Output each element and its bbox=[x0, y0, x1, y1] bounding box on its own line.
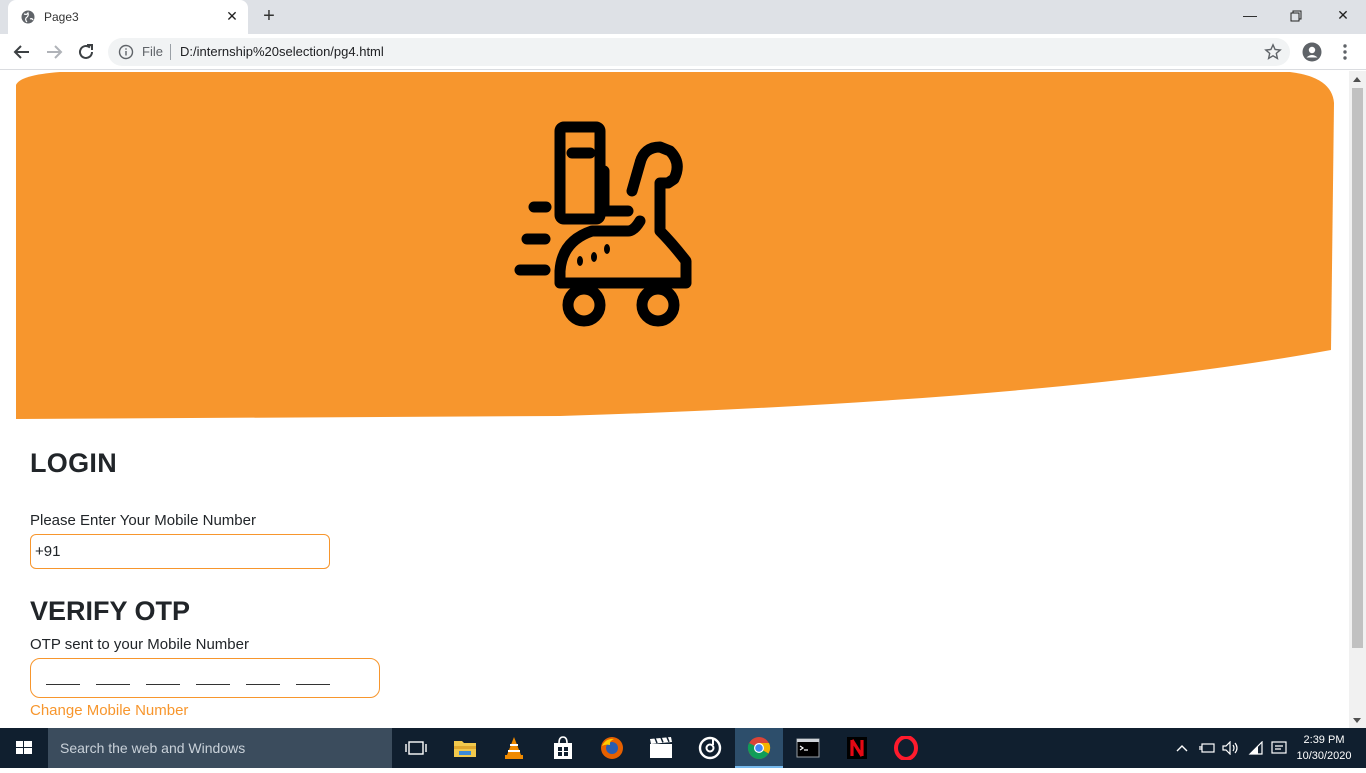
volume-icon[interactable] bbox=[1220, 728, 1242, 768]
battery-icon[interactable] bbox=[1196, 728, 1218, 768]
netflix-icon[interactable] bbox=[833, 728, 881, 768]
terminal-icon[interactable] bbox=[784, 728, 832, 768]
otp-digit-3[interactable] bbox=[146, 684, 180, 685]
windows-logo-icon bbox=[16, 741, 32, 754]
otp-sent-label: OTP sent to your Mobile Number bbox=[30, 636, 249, 653]
scroll-up-icon[interactable] bbox=[1353, 77, 1361, 82]
scrollbar-thumb[interactable] bbox=[1352, 88, 1363, 648]
groove-music-icon[interactable] bbox=[686, 728, 734, 768]
bookmark-star-icon[interactable] bbox=[1264, 43, 1282, 61]
otp-digit-4[interactable] bbox=[196, 684, 230, 685]
account-icon[interactable] bbox=[1302, 42, 1322, 62]
tab-close-icon[interactable]: ✕ bbox=[224, 8, 240, 24]
otp-digit-6[interactable] bbox=[296, 684, 330, 685]
scroll-down-icon[interactable] bbox=[1353, 718, 1361, 723]
window-close-icon[interactable]: ✕ bbox=[1320, 4, 1366, 28]
windows-taskbar: Search the web and Windows 2:39 PM 10/30… bbox=[0, 728, 1366, 768]
info-icon[interactable] bbox=[118, 44, 134, 60]
action-center-icon[interactable] bbox=[1268, 728, 1290, 768]
change-mobile-number-link[interactable]: Change Mobile Number bbox=[30, 702, 188, 719]
firefox-icon[interactable] bbox=[588, 728, 636, 768]
forward-icon[interactable] bbox=[42, 40, 66, 64]
task-view-icon[interactable] bbox=[392, 728, 440, 768]
otp-digit-1[interactable] bbox=[46, 684, 80, 685]
otp-digit-5[interactable] bbox=[246, 684, 280, 685]
globe-icon bbox=[21, 10, 35, 24]
new-tab-icon[interactable]: + bbox=[259, 6, 279, 27]
taskbar-search[interactable]: Search the web and Windows bbox=[48, 728, 392, 768]
clock-date: 10/30/2020 bbox=[1296, 750, 1352, 762]
opera-icon[interactable] bbox=[882, 728, 930, 768]
minimize-icon[interactable]: — bbox=[1227, 4, 1273, 28]
hero-banner bbox=[16, 72, 1334, 419]
vlc-icon[interactable] bbox=[490, 728, 538, 768]
system-clock[interactable]: 2:39 PM 10/30/2020 bbox=[1292, 732, 1356, 764]
address-bar[interactable]: File D:/internship%20selection/pg4.html bbox=[108, 38, 1290, 66]
tab-strip: Page3 ✕ + — ✕ bbox=[0, 0, 1366, 34]
show-hidden-icons-icon[interactable] bbox=[1172, 728, 1192, 768]
browser-toolbar: File D:/internship%20selection/pg4.html bbox=[0, 34, 1366, 70]
tab-title: Page3 bbox=[44, 10, 79, 24]
mobile-number-label: Please Enter Your Mobile Number bbox=[30, 512, 256, 529]
vertical-scrollbar[interactable] bbox=[1349, 71, 1366, 728]
mobile-number-input[interactable]: +91 bbox=[30, 534, 330, 569]
wifi-icon[interactable] bbox=[1245, 728, 1267, 768]
search-placeholder: Search the web and Windows bbox=[60, 740, 246, 756]
start-button[interactable] bbox=[0, 728, 48, 768]
otp-input-group[interactable] bbox=[30, 658, 380, 698]
back-icon[interactable] bbox=[10, 40, 34, 64]
clock-time: 2:39 PM bbox=[1303, 734, 1345, 746]
file-scheme-label: File bbox=[142, 44, 163, 59]
otp-digit-2[interactable] bbox=[96, 684, 130, 685]
browser-tab[interactable]: Page3 ✕ bbox=[8, 0, 248, 34]
login-heading: LOGIN bbox=[30, 448, 117, 478]
movies-icon[interactable] bbox=[637, 728, 685, 768]
restore-icon[interactable] bbox=[1273, 4, 1319, 28]
chrome-icon[interactable] bbox=[735, 728, 783, 768]
verify-otp-heading: VERIFY OTP bbox=[30, 596, 191, 626]
file-explorer-icon[interactable] bbox=[441, 728, 489, 768]
url-text[interactable]: D:/internship%20selection/pg4.html bbox=[180, 44, 384, 59]
reload-icon[interactable] bbox=[74, 40, 98, 64]
more-menu-icon[interactable] bbox=[1335, 42, 1355, 62]
address-divider bbox=[170, 44, 171, 60]
page-viewport: LOGIN Please Enter Your Mobile Number +9… bbox=[0, 71, 1366, 728]
store-icon[interactable] bbox=[539, 728, 587, 768]
